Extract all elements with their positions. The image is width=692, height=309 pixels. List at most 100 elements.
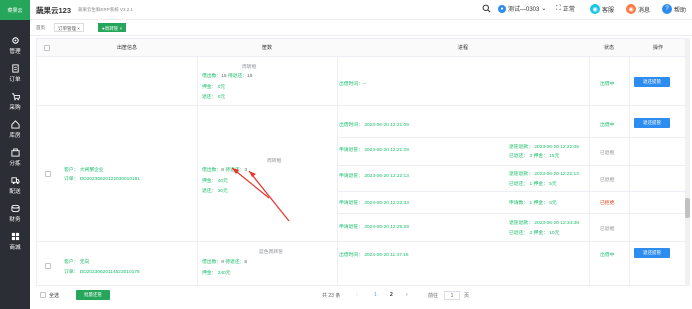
value: 8 (221, 260, 224, 265)
help-label: 帮助 (674, 7, 687, 14)
sidebar-item-manage[interactable]: 管理 (0, 32, 30, 58)
prev-page-icon[interactable]: ‹ (356, 292, 358, 298)
status-badge: 出借中 (600, 253, 615, 258)
refund-amount: 已退还： 3 押金： 15元 (509, 154, 560, 159)
refund-time: 退筐退款： 2023-06-20 12:22:13 (509, 172, 579, 177)
sidebar-item-purchase[interactable]: 采购 (0, 88, 30, 114)
total-count: 共 23 条 (322, 293, 341, 299)
sidebar-item-finance[interactable]: 财务 (0, 200, 30, 226)
page-1[interactable]: 1 (374, 292, 377, 298)
label: 借出数： (202, 260, 222, 265)
sidebar-item-label: 订单 (9, 76, 21, 83)
footer-select-all-checkbox[interactable] (40, 292, 46, 298)
apply-count: 申请数： 1 押金： 5元 (509, 201, 557, 206)
progress-time: 申请退筐： 2023-06-20 12:25:29 (339, 225, 409, 230)
row-checkbox[interactable] (45, 263, 51, 269)
status-badge: 已退框 (600, 227, 615, 232)
page-unit-label: 页 (464, 293, 470, 299)
bell-icon: ◉ (626, 4, 636, 14)
grid-icon (10, 232, 20, 242)
basket-name: 周转框 (267, 159, 282, 164)
sidebar-item-label: 库房 (9, 132, 21, 139)
annotation-arrows (231, 167, 290, 222)
refund-time: 退筐退款： 2023-06-20 12:22:06 (509, 145, 579, 150)
coins-icon (10, 204, 20, 214)
tab-order-management[interactable]: 订单管理 × (54, 23, 84, 32)
select-all-label: 全选 (49, 293, 60, 299)
status-badge: 出借中 (600, 82, 615, 87)
next-page-icon[interactable]: › (406, 292, 408, 298)
refund-time: 退筐退款： 2023-06-20 12:34:38 (509, 221, 579, 226)
app-title: 蔬果云123 (36, 6, 72, 15)
sidebar-item-orders[interactable]: 订单 (0, 60, 30, 86)
progress-time: 出借时间：-- (339, 82, 367, 87)
return-basket-button[interactable]: 退还提管 (634, 248, 670, 258)
document-icon (10, 64, 20, 74)
fullscreen-label: 正常 (562, 7, 575, 13)
sidebar-item-mall[interactable]: 商城 (0, 228, 30, 254)
value: 8 (244, 260, 248, 265)
sidebar-item-warehouse[interactable]: 库房 (0, 116, 30, 142)
avatar: ● (498, 4, 506, 13)
value: 订单： DD20230620122030010181 (64, 177, 141, 182)
progress-time: 出借时间： 2023-06-20 11:47:16 (339, 253, 409, 258)
tab-basket[interactable]: ●周转筐 × (98, 23, 127, 32)
truck-icon (10, 176, 20, 186)
sort-icon (10, 148, 20, 158)
borrow-count: 借出数：8 待退还：8 (202, 258, 247, 265)
message-label: 消息 (638, 7, 651, 14)
basket-name: 蓝色周转筐 (259, 250, 283, 255)
batch-return-button[interactable]: 批量还筐 (76, 290, 110, 300)
tab-home[interactable]: 首页 (36, 23, 45, 32)
label: 待退还： (225, 260, 245, 265)
app-root: 菜果云 管理 订单 采购 库房 分拣 配送 财务 商城 蔬果云123 蔬果云生鲜… (0, 0, 692, 309)
gear-icon (10, 36, 20, 46)
customer-name: 客户： 无向 (64, 260, 90, 265)
page-2[interactable]: 2 (390, 292, 393, 298)
user-menu[interactable]: ● 测试—0303 ⌄ (498, 4, 546, 13)
order-number: 订单： DD20230620122030010181 (64, 175, 140, 182)
label: 借出数： (202, 74, 222, 79)
sidebar-item-label: 分拣 (9, 160, 21, 167)
sidebar-item-delivery[interactable]: 配送 (0, 172, 30, 198)
customer-name: 客户： 大闸蟹企业 (64, 168, 104, 173)
fullscreen-button[interactable]: ⛶ 正常 (556, 4, 575, 14)
search-icon[interactable] (482, 4, 491, 15)
deposit: 押金： 0元 (202, 85, 226, 90)
help-button[interactable]: ? 帮助 (662, 4, 686, 14)
row-checkbox[interactable] (45, 171, 51, 177)
service-button[interactable]: ◉ 客服 (590, 4, 614, 14)
col-divider (197, 57, 198, 285)
sidebar-item-sort[interactable]: 分拣 (0, 144, 30, 170)
goto-page-input[interactable]: 1 (444, 291, 460, 300)
basket-table: 出筐信息 筐数 进程 状态 操作 周转框 借出数：15 待退还：15 押金： 0… (36, 38, 686, 286)
vertical-scrollbar[interactable] (685, 38, 690, 286)
col-header-progress: 进程 (337, 39, 589, 57)
divider (337, 213, 685, 214)
return-basket-button[interactable]: 退还提管 (634, 118, 670, 128)
col-divider (337, 57, 338, 285)
top-header: 蔬果云123 蔬果云生鲜ERP系统 V3.2.1 ● 测试—0303 ⌄ ⛶ 正… (30, 0, 692, 20)
divider (337, 165, 685, 166)
refund: 退还： 30元 (202, 189, 228, 194)
sidebar-item-label: 商城 (9, 244, 21, 251)
refund-amount: 已退还： 1 押金： 5元 (509, 182, 557, 187)
value: 15 (247, 74, 253, 79)
order-number: 订单： DD20230620114523010178 (64, 270, 140, 275)
expand-icon: ⛶ (556, 4, 561, 12)
user-name: 测试—0303 (508, 7, 540, 13)
refund: 退还： 0元 (202, 95, 226, 100)
status-badge: 出借中 (600, 123, 615, 128)
col-header-status: 状态 (589, 39, 629, 57)
help-icon: ? (662, 4, 672, 14)
progress-time: 申请退筐： 2023-06-20 12:22:33 (339, 201, 409, 206)
tab-label: ●周转筐 (102, 26, 119, 31)
table-footer: 全选 批量还筐 共 23 条 ‹ 1 2 › 前往 1 页 (36, 288, 686, 306)
deposit: 押金： 240元 (202, 271, 231, 276)
label: 借出数： (202, 168, 222, 173)
message-button[interactable]: ◉ 消息 (626, 4, 650, 14)
return-basket-button[interactable]: 退还提管 (634, 77, 670, 87)
progress-time: 申请退筐： 2023-06-20 12:22:13 (339, 174, 409, 179)
select-all-checkbox[interactable] (44, 44, 50, 51)
scrollbar-thumb[interactable] (685, 198, 690, 218)
